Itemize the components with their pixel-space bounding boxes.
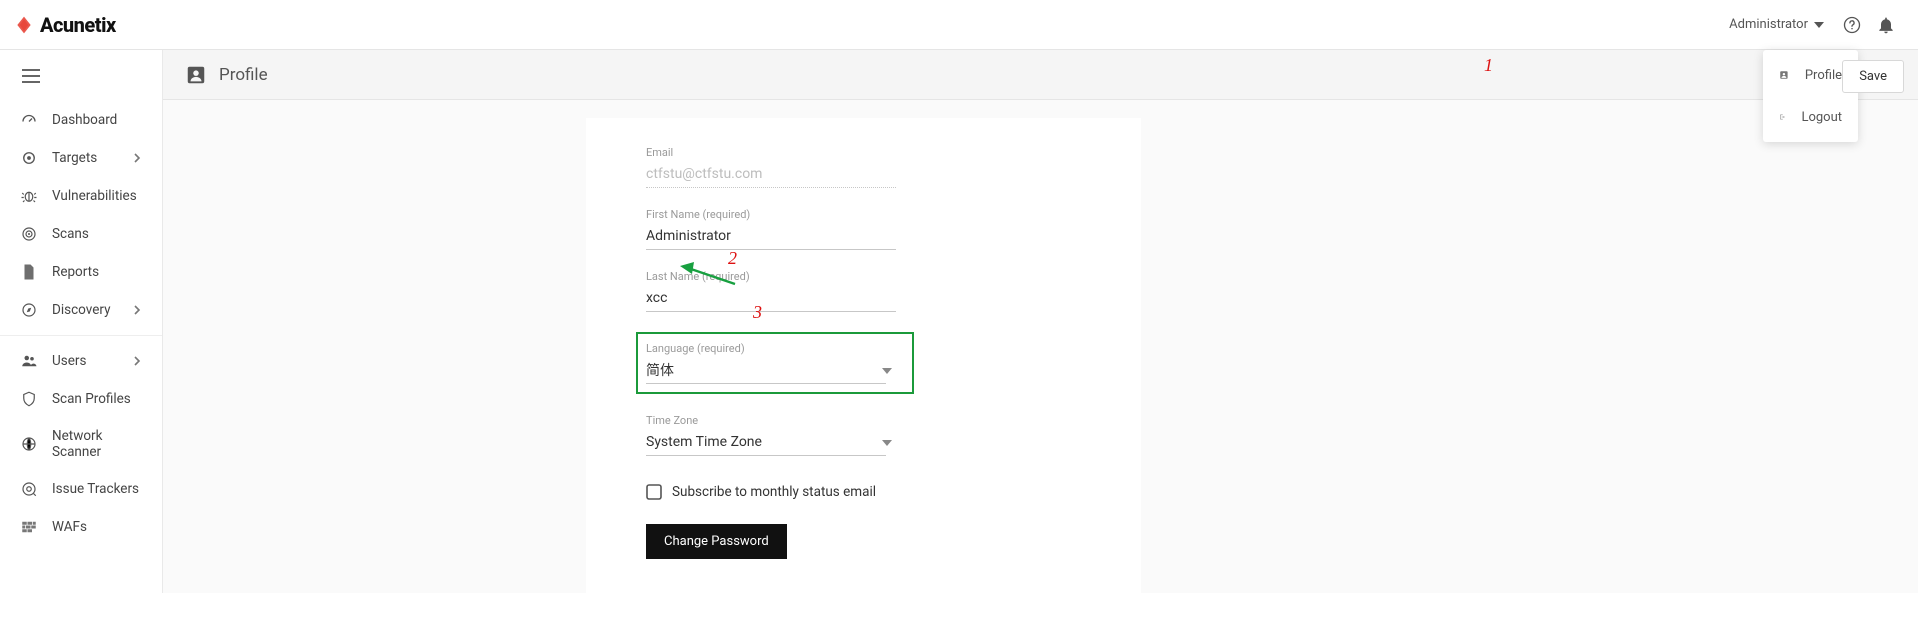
sidebar-item-label: Reports (52, 264, 99, 280)
menu-toggle[interactable] (0, 50, 162, 101)
sidebar-item-label: Issue Trackers (52, 481, 139, 497)
profile-page-icon (185, 64, 207, 86)
compass-icon (20, 301, 38, 319)
topbar: Acunetix Administrator (0, 0, 1918, 50)
sidebar-item-label: Dashboard (52, 112, 117, 128)
chevron-right-icon (132, 356, 142, 366)
brand-name: Acunetix (40, 13, 116, 37)
sidebar-item-vulnerabilities[interactable]: Vulnerabilities (0, 177, 162, 215)
notifications-button[interactable] (1876, 15, 1896, 35)
last-name-input[interactable] (646, 286, 896, 312)
shield-icon (20, 390, 38, 408)
field-label-timezone: Time Zone (646, 414, 1081, 427)
radar-icon (20, 225, 38, 243)
sidebar-item-issue-trackers[interactable]: Issue Trackers (0, 470, 162, 508)
waf-icon (20, 518, 38, 536)
field-last-name: Last Name (required) (646, 270, 1081, 312)
sidebar-item-wafs[interactable]: WAFs (0, 508, 162, 546)
target-icon (20, 149, 38, 167)
sidebar-item-label: Scan Profiles (52, 391, 131, 407)
sidebar-item-scans[interactable]: Scans (0, 215, 162, 253)
save-button[interactable]: Save (1842, 60, 1904, 93)
field-label-first-name: First Name (required) (646, 208, 1081, 221)
subscribe-checkbox-row[interactable]: Subscribe to monthly status email (646, 484, 1081, 500)
sidebar-item-label: Network Scanner (52, 428, 142, 460)
page-header: Profile (163, 50, 1918, 100)
help-icon (1842, 15, 1862, 35)
field-first-name: First Name (required) (646, 208, 1081, 250)
field-timezone: Time Zone (646, 414, 1081, 456)
chevron-right-icon (132, 153, 142, 163)
sidebar-item-users[interactable]: Users (0, 342, 162, 380)
sidebar-item-label: Users (52, 353, 86, 369)
field-language: Language (required) (636, 332, 914, 394)
timezone-select[interactable] (646, 430, 886, 456)
gauge-icon (20, 111, 38, 129)
checkbox-unchecked-icon (646, 484, 662, 500)
sidebar-item-label: Targets (52, 150, 97, 166)
content-area: Email First Name (required) Last Name (r… (163, 100, 1918, 593)
subscribe-label: Subscribe to monthly status email (672, 484, 876, 500)
bug-icon (20, 187, 38, 205)
sidebar-item-dashboard[interactable]: Dashboard (0, 101, 162, 139)
change-password-button[interactable]: Change Password (646, 524, 787, 559)
sidebar-item-targets[interactable]: Targets (0, 139, 162, 177)
profile-form-card: Email First Name (required) Last Name (r… (586, 118, 1141, 619)
tracker-icon (20, 480, 38, 498)
field-label-last-name: Last Name (required) (646, 270, 1081, 283)
file-icon (20, 263, 38, 281)
acunetix-logo-icon (14, 15, 34, 35)
first-name-input[interactable] (646, 224, 896, 250)
sidebar-item-label: Discovery (52, 302, 110, 318)
dropdown-item-label: Profile (1805, 68, 1842, 83)
sidebar-item-network-scanner[interactable]: Network Scanner (0, 418, 162, 470)
chevron-right-icon (132, 305, 142, 315)
dropdown-item-label: Logout (1801, 110, 1842, 125)
page-title: Profile (219, 65, 268, 85)
sidebar-item-label: Vulnerabilities (52, 188, 137, 204)
user-name: Administrator (1729, 17, 1808, 32)
dropdown-item-logout[interactable]: Logout (1763, 96, 1858, 138)
brand-logo: Acunetix (14, 13, 116, 37)
language-select[interactable] (646, 358, 886, 384)
hamburger-icon (22, 69, 40, 83)
person-icon (1779, 66, 1789, 84)
user-menu-trigger[interactable]: Administrator (1729, 17, 1824, 32)
bell-icon (1876, 15, 1896, 35)
field-label-language: Language (required) (646, 342, 904, 355)
sidebar-item-label: Scans (52, 226, 89, 242)
sidebar-item-label: WAFs (52, 519, 87, 535)
sidebar-item-discovery[interactable]: Discovery (0, 291, 162, 329)
users-icon (20, 352, 38, 370)
email-input (646, 162, 896, 188)
network-icon (20, 435, 38, 453)
logout-icon (1779, 108, 1785, 126)
help-button[interactable] (1842, 15, 1862, 35)
field-label-email: Email (646, 146, 1081, 159)
sidebar: Dashboard Targets Vulnerabilities Scans … (0, 50, 163, 593)
field-email: Email (646, 146, 1081, 188)
nav-separator (0, 335, 162, 336)
sidebar-item-scan-profiles[interactable]: Scan Profiles (0, 380, 162, 418)
caret-down-icon (1814, 20, 1824, 30)
sidebar-item-reports[interactable]: Reports (0, 253, 162, 291)
